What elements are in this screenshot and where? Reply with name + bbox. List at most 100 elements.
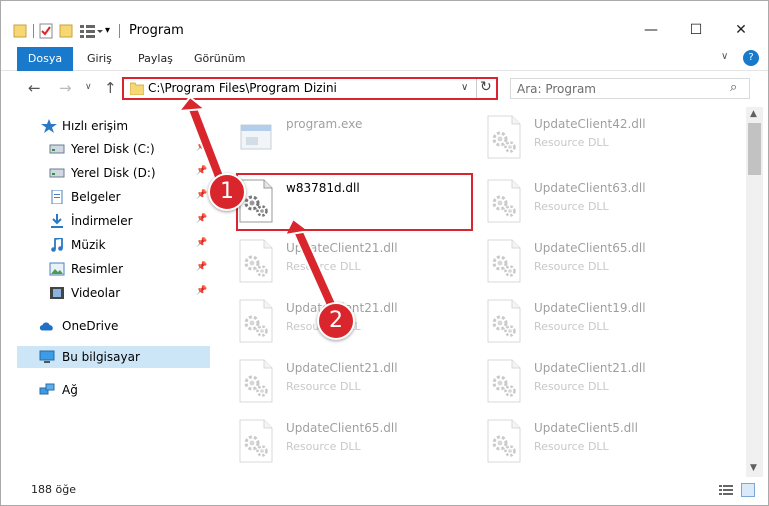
computer-icon [39,350,55,363]
cloud-icon [39,322,53,331]
quick-access-customize-icon[interactable] [79,22,103,40]
step-badge-2: 2 [317,302,355,340]
file-item[interactable]: UpdateClient21.dll Resource DLL [238,235,468,291]
file-item[interactable]: UpdateClient21.dll Resource DLL [238,355,468,411]
file-item[interactable]: UpdateClient5.dll Resource DLL [486,415,716,471]
nav-item-quick-access[interactable]: Hızlı erişim [1,115,211,137]
file-name: UpdateClient21.dll [534,361,646,375]
help-icon[interactable]: ? [743,50,759,66]
file-item[interactable]: UpdateClient65.dll Resource DLL [238,415,468,471]
file-type: Resource DLL [534,260,609,273]
file-type: Resource DLL [286,440,361,453]
up-arrow-icon[interactable]: ↑ [104,79,117,97]
nav-item-this-pc[interactable]: Bu bilgisayar [17,346,210,368]
downloads-icon [49,214,65,228]
nav-item-quick-6[interactable]: Videolar 📌 [1,282,211,304]
address-dropdown-icon[interactable]: ∨ [461,82,468,93]
properties-icon[interactable] [38,22,54,40]
nav-item-quick-4[interactable]: Müzik 📌 [1,234,211,256]
file-type: Resource DLL [534,440,609,453]
file-item[interactable]: UpdateClient21.dll Resource DLL [486,355,716,411]
file-name: UpdateClient5.dll [534,421,638,435]
file-item[interactable]: UpdateClient63.dll Resource DLL [486,175,716,231]
nav-item-label: Belgeler [71,190,121,204]
dll-gear-icon [238,419,274,463]
maximize-button[interactable]: ☐ [676,17,716,43]
navigation-pane: Hızlı erişim Yerel Disk (C:) 📌 Yerel Disk … [1,107,213,477]
expand-ribbon-icon[interactable]: ∨ [721,51,728,62]
scroll-down-icon[interactable]: ▼ [750,463,757,473]
file-list: program.exe w83781d.dll UpdateClient21.dll… [213,107,745,477]
file-name: UpdateClient65.dll [534,241,646,255]
file-type: Resource DLL [534,380,609,393]
dll-gear-icon [238,299,274,343]
nav-item-quick-1[interactable]: Yerel Disk (D:) 📌 [1,162,211,184]
pin-icon[interactable]: 📌 [196,262,207,272]
dll-gear-icon [486,419,522,463]
scrollbar-thumb[interactable] [748,123,761,175]
file-name: UpdateClient42.dll [534,117,646,131]
file-name: UpdateClient21.dll [286,241,398,255]
refresh-icon[interactable]: ↻ [480,79,492,95]
videos-icon [49,286,65,300]
vertical-scrollbar[interactable]: ▲ ▼ [746,107,763,477]
tab-gorunum[interactable]: Görünüm [194,47,245,71]
ribbon-tabs: Dosya Giriş Paylaş Görünüm ∨ ? [1,47,768,71]
file-type: Resource DLL [534,200,609,213]
file-type: Resource DLL [534,136,609,149]
folder-icon[interactable] [13,22,27,40]
search-icon[interactable]: ⌕ [730,80,737,95]
recent-locations-chevron-icon[interactable]: ∨ [85,82,92,92]
pin-icon[interactable]: 📌 [196,238,207,248]
toolbar-separator [119,24,120,38]
pin-icon[interactable]: 📌 [196,166,207,176]
exe-icon [238,115,274,159]
search-input[interactable] [517,80,717,97]
dll-gear-icon [238,239,274,283]
address-bar[interactable]: C:\Program Files\Program Dizini ∨ ↻ [122,77,498,100]
nav-item-quick-0[interactable]: Yerel Disk (C:) 📌 [1,138,211,160]
chevron-down-icon[interactable]: ▾ [105,25,110,43]
address-path[interactable]: C:\Program Files\Program Dizini [148,81,337,95]
file-item[interactable]: program.exe [238,111,468,167]
tab-paylas[interactable]: Paylaş [138,47,173,71]
nav-item-label: İndirmeler [71,214,133,228]
pin-icon[interactable]: 📌 [196,190,207,200]
back-arrow-icon[interactable]: ← [28,79,41,97]
nav-item-label: Müzik [71,238,106,252]
close-button[interactable]: ✕ [721,17,761,43]
dll-gear-icon [238,359,274,403]
nav-item-label: Yerel Disk (C:) [71,142,155,156]
large-icons-view-icon[interactable] [741,483,755,497]
file-type: Resource DLL [286,260,361,273]
minimize-button[interactable]: — [631,17,671,43]
documents-icon [49,189,65,205]
nav-item-label: Resimler [71,262,124,276]
tab-giris[interactable]: Giriş [87,47,112,71]
file-item[interactable]: UpdateClient19.dll Resource DLL [486,295,716,351]
nav-item-onedrive[interactable]: OneDrive [1,315,211,337]
tab-dosya[interactable]: Dosya [17,47,73,71]
status-bar: 188 öğe [1,477,768,505]
file-name: UpdateClient21.dll [286,361,398,375]
forward-arrow-icon[interactable]: → [59,79,72,97]
search-box[interactable]: ⌕ [510,78,750,99]
dll-gear-icon [486,359,522,403]
pin-icon[interactable]: 📌 [196,214,207,224]
nav-item-quick-5[interactable]: Resimler 📌 [1,258,211,280]
file-item[interactable]: UpdateClient65.dll Resource DLL [486,235,716,291]
dll-gear-icon [486,179,522,223]
pin-icon[interactable]: 📌 [196,142,207,152]
nav-item-quick-2[interactable]: Belgeler 📌 [1,186,211,208]
pin-icon[interactable]: 📌 [196,286,207,296]
file-name: program.exe [286,117,363,131]
scroll-up-icon[interactable]: ▲ [750,109,757,119]
nav-item-network[interactable]: Ağ [1,379,211,401]
nav-item-quick-3[interactable]: İndirmeler 📌 [1,210,211,232]
file-item[interactable]: UpdateClient42.dll Resource DLL [486,111,716,167]
details-view-icon[interactable] [719,484,733,496]
new-folder-icon[interactable] [59,22,73,40]
drive-icon [49,142,65,156]
file-type: Resource DLL [534,320,609,333]
nav-item-label: Bu bilgisayar [62,350,140,364]
